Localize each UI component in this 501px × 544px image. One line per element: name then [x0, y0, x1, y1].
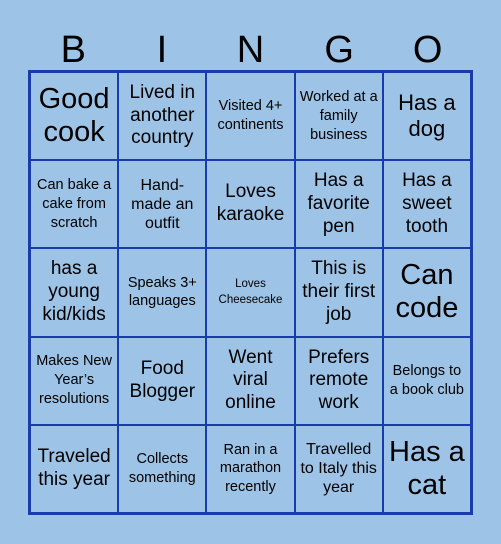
cell-text: Makes New Year’s resolutions	[36, 353, 112, 408]
bingo-cell[interactable]: Can bake a cake from scratch	[30, 160, 119, 249]
bingo-cell[interactable]: Has a dog	[382, 72, 471, 161]
bingo-cell[interactable]: Collects something	[118, 424, 207, 513]
header-letter-n: N	[236, 29, 265, 71]
bingo-cell[interactable]: Loves karaoke	[206, 160, 295, 249]
bingo-cell[interactable]: Loves Cheesecake	[206, 248, 295, 337]
cell-text: Lived in another country	[129, 81, 196, 149]
bingo-cell[interactable]: has a young kid/kids	[30, 248, 119, 337]
cell-text: Can code	[395, 259, 459, 325]
cell-text: Can bake a cake from scratch	[37, 177, 112, 231]
bingo-cell[interactable]: Good cook	[30, 72, 119, 161]
cell-text: Has a dog	[398, 90, 456, 142]
cell-text: Hand-made an outfit	[131, 176, 194, 232]
bingo-cell[interactable]: Speaks 3+ languages	[118, 248, 207, 337]
bingo-cell[interactable]: Worked at a family business	[294, 72, 383, 161]
cell-text: Good cook	[38, 82, 110, 149]
cell-text: Prefers remote work	[308, 346, 370, 414]
cell-text: Traveled this year	[37, 446, 111, 490]
bingo-cell[interactable]: Ran in a marathon recently	[206, 424, 295, 513]
cell-text: Has a sweet tooth	[402, 170, 452, 237]
cell-text: Loves karaoke	[216, 181, 285, 226]
cell-text: Belongs to a book club	[389, 362, 464, 398]
bingo-cell[interactable]: Hand-made an outfit	[118, 160, 207, 249]
cell-text: Travelled to Italy this year	[300, 441, 377, 497]
bingo-cell[interactable]: Visited 4+ continents	[206, 72, 295, 161]
bingo-cell[interactable]: Prefers remote work	[294, 336, 383, 425]
cell-text: Loves Cheesecake	[218, 278, 283, 307]
cell-text: Worked at a family business	[299, 88, 378, 143]
bingo-header: B I N G O	[29, 30, 472, 70]
cell-text: Collects something	[128, 451, 196, 486]
bingo-cell[interactable]: Travelled to Italy this year	[294, 424, 383, 513]
bingo-cell[interactable]: Belongs to a book club	[382, 336, 471, 425]
header-letter-o: O	[412, 29, 443, 71]
bingo-cell[interactable]: Makes New Year’s resolutions	[30, 336, 119, 425]
header-letter-i: I	[156, 29, 168, 71]
header-letter-b: B	[60, 29, 86, 71]
bingo-cell[interactable]: Went viral online	[206, 336, 295, 425]
cell-text: Has a favorite pen	[307, 170, 370, 237]
bingo-cell[interactable]: This is their first job	[294, 248, 383, 337]
bingo-cell[interactable]: Has a favorite pen	[294, 160, 383, 249]
cell-text: has a young kid/kids	[42, 258, 106, 325]
bingo-board: Good cook Lived in another country Visit…	[28, 70, 473, 515]
bingo-cell[interactable]: Lived in another country	[118, 72, 207, 161]
bingo-cell[interactable]: Traveled this year	[30, 424, 119, 513]
bingo-cell[interactable]: Food Blogger	[118, 336, 207, 425]
cell-text: Went viral online	[225, 346, 276, 414]
cell-text: Food Blogger	[129, 357, 196, 402]
bingo-cell[interactable]: Has a cat	[382, 424, 471, 513]
cell-text: Visited 4+ continents	[217, 98, 284, 134]
cell-text: This is their first job	[302, 258, 376, 325]
bingo-cell[interactable]: Has a sweet tooth	[382, 160, 471, 249]
cell-text: Ran in a marathon recently	[219, 441, 282, 496]
bingo-cell[interactable]: Can code	[382, 248, 471, 337]
header-letter-g: G	[324, 29, 354, 71]
cell-text: Speaks 3+ languages	[127, 274, 197, 310]
cell-text: Has a cat	[389, 435, 465, 501]
